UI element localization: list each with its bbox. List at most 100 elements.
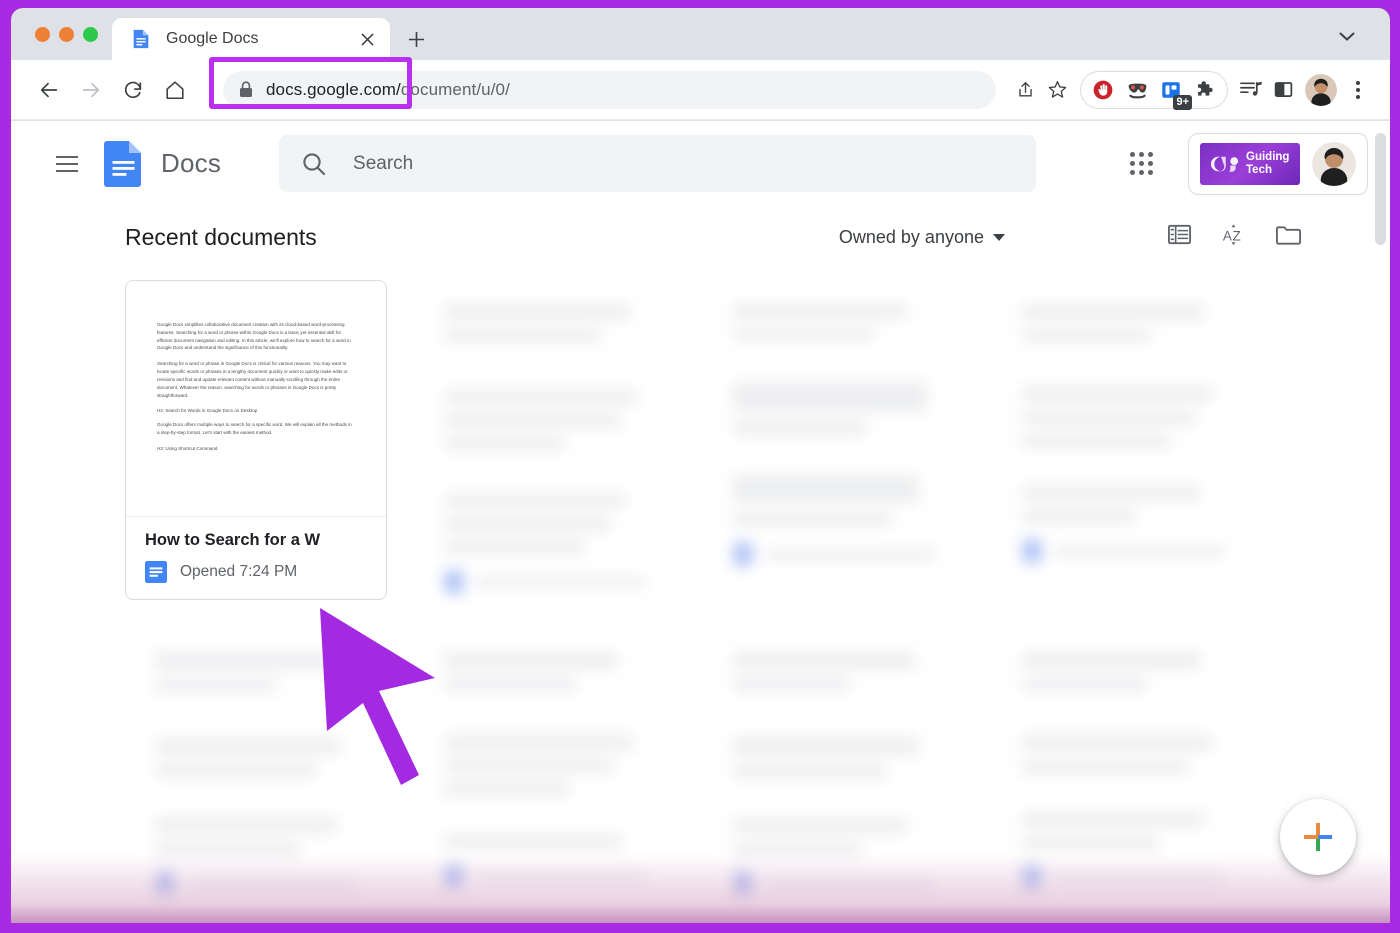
thumbnail-paragraph: Searching for a word or phrase in Google… — [157, 360, 355, 399]
side-panel-icon — [1273, 79, 1294, 100]
maximize-window-button[interactable] — [83, 27, 98, 42]
guiding-tech-mark-icon — [1208, 152, 1241, 176]
brand-name: GuidingTech — [1246, 151, 1289, 177]
document-card[interactable]: Google Docs simplifies collaborative doc… — [125, 280, 387, 600]
owner-filter-dropdown[interactable]: Owned by anyone — [839, 227, 1005, 248]
arrow-left-icon — [38, 79, 60, 101]
browser-menu-button[interactable] — [1344, 73, 1372, 107]
documents-grid: Google Docs simplifies collaborative doc… — [11, 268, 1390, 923]
docs-header: Docs Search — [11, 121, 1390, 206]
google-docs-logo — [104, 141, 144, 187]
reload-icon — [122, 79, 144, 101]
extensions-puzzle-icon — [1195, 79, 1216, 100]
list-view-icon — [1167, 222, 1192, 247]
profile-avatar-button[interactable] — [1305, 74, 1337, 106]
mask-extension-icon — [1126, 78, 1149, 101]
google-docs-home: Docs Search — [11, 121, 1390, 923]
share-icon — [1016, 80, 1035, 99]
extensions-button[interactable] — [1190, 75, 1220, 105]
main-menu-button[interactable] — [43, 140, 91, 188]
tab-strip: Google Docs — [11, 8, 1390, 60]
docs-wordmark: Docs — [161, 148, 221, 179]
close-window-button[interactable] — [35, 27, 50, 42]
notes-extension-button[interactable]: 9+ — [1156, 75, 1186, 105]
thumbnail-heading-h2: H2: Search for Words in Google Docs on D… — [157, 407, 355, 415]
adblock-extension-button[interactable] — [1088, 75, 1118, 105]
mask-extension-button[interactable] — [1122, 75, 1152, 105]
docs-toolbar: Recent documents Owned by anyone A — [11, 206, 1390, 268]
reload-button[interactable] — [113, 70, 153, 110]
browser-window: Google Docs — [11, 8, 1390, 923]
home-button[interactable] — [155, 70, 195, 110]
address-bar[interactable]: docs.google.com/document/u/0/ — [209, 71, 996, 109]
sort-az-icon: A Z — [1220, 221, 1247, 248]
document-card[interactable] — [992, 280, 1254, 600]
document-card[interactable] — [703, 280, 965, 600]
svg-text:Z: Z — [1233, 228, 1241, 243]
profile-avatar — [1305, 74, 1337, 106]
toolbar-actions: 9+ — [1010, 71, 1372, 109]
google-apps-button[interactable] — [1118, 141, 1164, 187]
thumbnail-paragraph: Google Docs simplifies collaborative doc… — [157, 321, 355, 352]
document-status-row: Opened 7:24 PM — [145, 561, 367, 583]
close-icon — [361, 33, 374, 46]
new-tab-button[interactable] — [396, 18, 436, 60]
hamburger-menu-icon — [56, 156, 78, 158]
search-placeholder: Search — [353, 153, 413, 175]
side-panel-button[interactable] — [1268, 75, 1298, 105]
chevron-down-icon — [1339, 32, 1355, 42]
browser-tab[interactable]: Google Docs — [112, 18, 390, 60]
tab-search-button[interactable] — [1332, 22, 1362, 52]
arrow-right-icon — [80, 79, 102, 101]
user-avatar[interactable] — [1312, 142, 1356, 186]
reading-list-button[interactable] — [1236, 75, 1266, 105]
forward-button[interactable] — [71, 70, 111, 110]
share-button[interactable] — [1010, 75, 1040, 105]
search-input[interactable]: Search — [279, 135, 1036, 192]
avatar — [1312, 142, 1356, 186]
browser-toolbar: docs.google.com/document/u/0/ — [11, 60, 1390, 120]
header-right: GuidingTech — [1118, 133, 1368, 195]
adblock-stop-icon — [1092, 79, 1114, 101]
google-apps-grid-icon — [1130, 152, 1135, 157]
create-new-document-button[interactable] — [1280, 799, 1356, 875]
url-path: document/u/0/ — [401, 80, 510, 99]
lock-icon — [239, 81, 253, 98]
folder-picker-button[interactable] — [1275, 223, 1302, 252]
document-opened-time: Opened 7:24 PM — [180, 563, 297, 581]
annotation-frame: Google Docs — [0, 0, 1400, 933]
minimize-window-button[interactable] — [59, 27, 74, 42]
url-text: docs.google.com/document/u/0/ — [266, 80, 510, 100]
close-tab-button[interactable] — [354, 26, 380, 52]
thumbnail-heading-h3: H3: Using Shortcut Command — [157, 445, 355, 453]
create-new-document-plus-icon — [1298, 817, 1338, 857]
star-icon — [1047, 79, 1068, 100]
bookmark-button[interactable] — [1042, 75, 1072, 105]
google-docs-file-icon — [145, 561, 167, 583]
document-card[interactable] — [125, 628, 387, 923]
document-thumbnail: Google Docs simplifies collaborative doc… — [126, 281, 386, 517]
document-title: How to Search for a W — [145, 531, 367, 550]
document-card[interactable] — [414, 280, 676, 600]
document-card[interactable] — [992, 628, 1254, 923]
svg-text:A: A — [1223, 228, 1232, 243]
home-icon — [164, 79, 186, 101]
sort-button[interactable]: A Z — [1220, 221, 1247, 253]
document-card[interactable] — [414, 628, 676, 923]
tab-title: Google Docs — [166, 30, 340, 48]
plus-icon — [408, 31, 425, 48]
guiding-tech-logo: GuidingTech — [1200, 143, 1300, 185]
reading-list-icon — [1240, 79, 1263, 100]
thumbnail-paragraph: Google Docs offers multiple ways to sear… — [157, 421, 355, 437]
vertical-scrollbar[interactable] — [1375, 133, 1386, 245]
owner-filter-label: Owned by anyone — [839, 227, 984, 248]
back-button[interactable] — [29, 70, 69, 110]
page-title: Recent documents — [125, 224, 317, 251]
extensions-pill: 9+ — [1080, 71, 1228, 109]
view-controls: A Z — [1167, 221, 1302, 253]
account-chip[interactable]: GuidingTech — [1188, 133, 1368, 195]
list-view-button[interactable] — [1167, 222, 1192, 252]
google-docs-favicon — [130, 28, 152, 50]
url-domain: docs.google.com/ — [266, 80, 401, 99]
document-card[interactable] — [703, 628, 965, 923]
